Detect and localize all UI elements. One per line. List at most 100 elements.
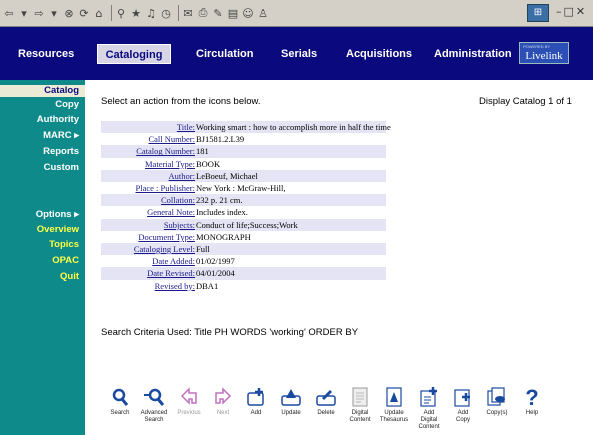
toolbar-label: Digital Content <box>349 410 371 423</box>
toolbar-separator <box>111 5 112 21</box>
record-field-value: LeBoeuf, Michael <box>196 170 258 181</box>
update-thesaurus-button[interactable]: Update Thesaurus <box>378 386 410 424</box>
record-field-link[interactable]: General Note: <box>101 206 195 218</box>
history-icon[interactable]: ◷ <box>160 6 172 20</box>
mail-icon[interactable]: ✉ <box>182 6 194 20</box>
update-button[interactable]: Update <box>275 386 307 417</box>
record-row: Catalog Number:181 <box>101 145 386 158</box>
nav-acquisitions[interactable]: Acquisitions <box>346 44 412 64</box>
record-field-link[interactable]: Title: <box>101 121 195 133</box>
media-icon[interactable]: ♫ <box>145 6 157 20</box>
record-field-value: Full <box>196 244 210 254</box>
discuss-icon[interactable]: ▤ <box>227 6 239 20</box>
top-nav: Resources Cataloging Circulation Serials… <box>0 27 593 80</box>
toolbar-label: Delete <box>317 410 335 416</box>
livelink-logo: POWERED BY Livelink <box>519 42 569 64</box>
record-field-link[interactable]: Revised by: <box>101 280 195 292</box>
record-field-value: Includes index. <box>196 207 248 218</box>
refresh-icon[interactable]: ⟳ <box>78 6 90 20</box>
record-row: Collation:232 p. 21 cm. <box>101 194 386 207</box>
record-row: Document Type:MONOGRAPH <box>101 231 386 243</box>
record-field-link[interactable]: Material Type: <box>101 158 195 170</box>
record-field-value: Conduct of life;Success;Work <box>196 219 298 230</box>
delete-icon <box>316 390 336 406</box>
next-icon <box>215 387 232 405</box>
sidebar-item-authority[interactable]: Authority <box>37 114 79 125</box>
record-field-value: DBA1 <box>196 280 219 291</box>
record-field-link[interactable]: Place : Publisher: <box>101 182 196 194</box>
delete-button[interactable]: Delete <box>310 386 342 417</box>
sidebar-item-catalog[interactable]: Catalog <box>0 85 85 97</box>
favorites-icon[interactable]: ★ <box>130 6 142 20</box>
record-field-link[interactable]: Author: <box>101 170 195 182</box>
record-field-link[interactable]: Document Type: <box>101 231 195 243</box>
nav-circulation[interactable]: Circulation <box>196 44 253 64</box>
record-field-link[interactable]: Cataloging Level: <box>101 243 195 255</box>
record-row: Call Number:BJ1581.2.L39 <box>101 133 386 145</box>
record-field-link[interactable]: Date Added: <box>101 255 195 267</box>
sidebar-item-options[interactable]: Options ▸ <box>36 209 79 220</box>
add-digital-content-icon <box>420 387 437 407</box>
help-button[interactable]: ? Help <box>516 386 548 417</box>
search-icon[interactable]: ⚲ <box>115 6 127 20</box>
window-controls-icon[interactable]: –□✕ <box>556 5 587 18</box>
record-field-link[interactable]: Call Number: <box>101 133 195 145</box>
record-field-link[interactable]: Subjects: <box>101 219 195 231</box>
copys-button[interactable]: Copy(s) <box>481 386 513 417</box>
messenger-icon[interactable]: ☺ <box>242 6 254 20</box>
logo-text: Livelink <box>525 50 563 62</box>
record-row: Cataloging Level:Full <box>101 243 386 256</box>
toolbar-label: Advanced Search <box>140 410 168 423</box>
add-digital-content-button[interactable]: Add Digital Content <box>413 386 445 431</box>
dropdown-icon[interactable]: ▾ <box>18 6 30 20</box>
toolbar-label: Search <box>110 410 130 416</box>
sidebar-item-overview[interactable]: Overview <box>37 224 79 235</box>
toolbar-label: Next <box>216 410 230 416</box>
record-field-link[interactable]: Collation: <box>101 194 195 206</box>
dropdown-icon[interactable]: ▾ <box>48 6 60 20</box>
advanced-search-icon <box>144 388 165 406</box>
record-row: Subjects:Conduct of life;Success;Work <box>101 218 386 231</box>
add-copy-icon <box>454 389 470 407</box>
toolbar-label: Add Copy <box>455 410 470 423</box>
search-button[interactable]: Search <box>104 386 136 417</box>
sidebar-item-topics[interactable]: Topics <box>49 239 79 250</box>
svg-text:?: ? <box>525 386 538 408</box>
print-icon[interactable]: ⎙ <box>197 6 209 20</box>
previous-button[interactable]: Previous <box>173 386 205 417</box>
forward-icon[interactable]: ⇨ <box>33 6 45 20</box>
add-copy-button[interactable]: Add Copy <box>447 386 479 424</box>
sidebar-item-opac[interactable]: OPAC <box>52 255 79 266</box>
edit-icon[interactable]: ✎ <box>212 6 224 20</box>
record-field-value: 04/01/2004 <box>196 268 235 279</box>
sidebar-item-marc[interactable]: MARC ▸ <box>43 130 79 141</box>
nav-resources[interactable]: Resources <box>18 44 74 64</box>
record-row: Date Revised:04/01/2004 <box>101 267 386 280</box>
nav-cataloging[interactable]: Cataloging <box>97 44 171 64</box>
back-icon[interactable]: ⇦ <box>3 6 15 20</box>
record-field-link[interactable]: Catalog Number: <box>101 145 195 157</box>
advanced-search-button[interactable]: Advanced Search <box>138 386 170 424</box>
sidebar-item-reports[interactable]: Reports <box>43 146 79 157</box>
sidebar: Catalog Copy Authority MARC ▸ Reports Cu… <box>0 80 85 435</box>
record-row: Revised by:DBA1 <box>101 280 386 292</box>
toolbar-label: Previous <box>177 410 201 416</box>
nav-serials[interactable]: Serials <box>281 44 317 64</box>
add-button[interactable]: Add <box>240 386 272 417</box>
next-button[interactable]: Next <box>207 386 239 417</box>
stop-icon[interactable]: ⊗ <box>63 6 75 20</box>
sidebar-item-custom[interactable]: Custom <box>44 162 79 173</box>
record-field-link[interactable]: Date Revised: <box>101 267 195 279</box>
research-icon[interactable]: ♙ <box>257 6 269 20</box>
nav-administration[interactable]: Administration <box>434 44 512 64</box>
update-thesaurus-icon <box>386 387 402 407</box>
toolbar-label: Update Thesaurus <box>379 410 409 423</box>
update-icon <box>281 389 301 406</box>
sidebar-item-quit[interactable]: Quit <box>60 271 79 282</box>
record-field-value: 181 <box>196 146 209 157</box>
digital-content-button[interactable]: Digital Content <box>344 386 376 424</box>
home-icon[interactable]: ⌂ <box>93 6 105 20</box>
sidebar-item-copy[interactable]: Copy <box>55 99 79 110</box>
record-row: General Note:Includes index. <box>101 206 386 218</box>
digital-content-icon <box>352 387 368 407</box>
